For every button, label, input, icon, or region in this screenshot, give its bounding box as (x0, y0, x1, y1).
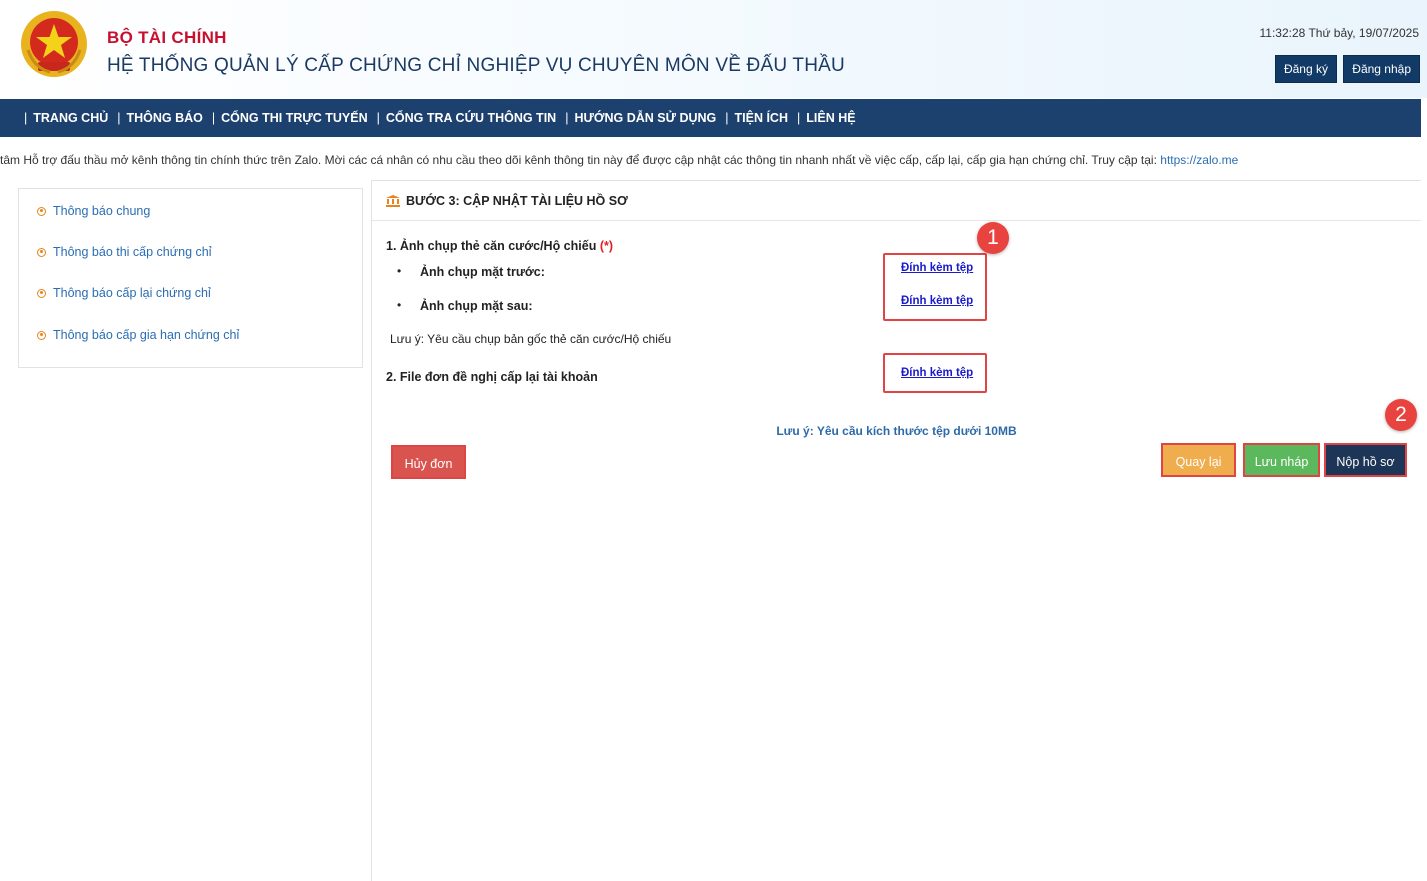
nav-separator: | (565, 111, 569, 125)
required-mark: (*) (599, 239, 614, 253)
nav-separator: | (117, 111, 121, 125)
login-button[interactable]: Đăng nhập (1343, 55, 1420, 83)
site-header: BỘ TÀI CHÍNH HỆ THỐNG QUẢN LÝ CẤP CHỨNG … (0, 0, 1427, 98)
annotation-badge-1: 1 (977, 222, 1009, 254)
circle-bullet-icon (37, 247, 46, 257)
bullet: • (397, 264, 402, 278)
nav-item-lookup[interactable]: CỔNG TRA CỨU THÔNG TIN (386, 111, 556, 125)
panel-heading: BƯỚC 3: CẬP NHẬT TÀI LIỆU HỒ SƠ (386, 194, 628, 208)
national-emblem-logo (21, 11, 87, 77)
register-button[interactable]: Đăng ký (1274, 55, 1337, 83)
sidebar-item-exam[interactable]: Thông báo thi cấp chứng chỉ (37, 245, 211, 259)
id-photo-note: Lưu ý: Yêu cầu chụp bản gốc thẻ căn cước… (390, 332, 672, 346)
highlight-box-1 (883, 253, 987, 321)
ministry-name: BỘ TÀI CHÍNH (107, 28, 227, 47)
nav-item-online-exam[interactable]: CỔNG THI TRỰC TUYẾN (221, 111, 367, 125)
circle-bullet-icon (37, 288, 46, 298)
circle-bullet-icon (37, 206, 46, 216)
back-button[interactable]: Quay lại (1161, 443, 1236, 477)
nav-separator: | (797, 111, 801, 125)
annotation-badge-2: 2 (1385, 399, 1417, 431)
system-title: HỆ THỐNG QUẢN LÝ CẤP CHỨNG CHỈ NGHIỆP VỤ… (107, 55, 845, 76)
nav-separator: | (211, 111, 216, 125)
submit-dossier-button[interactable]: Nộp hồ sơ (1324, 443, 1407, 477)
sidebar-item-label: Thông báo thi cấp chứng chỉ (53, 245, 212, 259)
back-photo-label: Ảnh chụp mặt sau: (420, 299, 533, 313)
datetime-clock: 11:32:28 Thứ bảy, 19/07/2025 (1259, 26, 1420, 40)
zalo-link[interactable]: https://zalo.me (1160, 153, 1238, 167)
save-draft-button[interactable]: Lưu nháp (1243, 443, 1320, 477)
sidebar-item-reissue[interactable]: Thông báo cấp lại chứng chỉ (37, 286, 211, 300)
nav-separator: | (725, 111, 729, 125)
id-photo-section-label: 1. Ảnh chụp thẻ căn cước/Hộ chiếu (*) (386, 239, 613, 253)
sidebar-item-label: Thông báo cấp lại chứng chỉ (53, 286, 211, 300)
sidebar-item-general[interactable]: Thông báo chung (37, 204, 150, 218)
news-ticker: tâm Hỗ trợ đấu thầu mở kênh thông tin ch… (0, 153, 1427, 171)
file-size-note: Lưu ý: Yêu cầu kích thước tệp dưới 10MB (776, 424, 1017, 438)
highlight-box-2 (883, 353, 987, 393)
nav-item-contact[interactable]: LIÊN HỆ (806, 111, 855, 125)
main-navigation: | TRANG CHỦ | THÔNG BÁO | CỔNG THI TRỰC … (0, 99, 1421, 137)
nav-item-announcements[interactable]: THÔNG BÁO (127, 111, 203, 125)
sidebar: Thông báo chung Thông báo thi cấp chứng … (18, 188, 363, 368)
nav-item-guide[interactable]: HƯỚNG DẪN SỬ DỤNG (574, 111, 716, 125)
section1-text: 1. Ảnh chụp thẻ căn cước/Hộ chiếu (386, 239, 597, 253)
nav-item-utilities[interactable]: TIỆN ÍCH (735, 111, 788, 125)
nav-separator: | (376, 111, 380, 125)
institution-icon (386, 195, 400, 207)
heading-divider (372, 220, 1421, 221)
sidebar-item-renewal[interactable]: Thông báo cấp gia hạn chứng chỉ (37, 328, 239, 342)
circle-bullet-icon (37, 330, 46, 340)
front-photo-label: Ảnh chụp mặt trước: (420, 265, 545, 279)
document-update-panel: BƯỚC 3: CẬP NHẬT TÀI LIỆU HỒ SƠ 1. Ảnh c… (371, 180, 1421, 881)
request-file-label: 2. File đơn đề nghị cấp lại tài khoản (386, 370, 598, 384)
nav-item-home[interactable]: TRANG CHỦ (33, 111, 108, 125)
ticker-text: tâm Hỗ trợ đấu thầu mở kênh thông tin ch… (0, 153, 1161, 167)
sidebar-item-label: Thông báo cấp gia hạn chứng chỉ (53, 328, 240, 342)
step-title: BƯỚC 3: CẬP NHẬT TÀI LIỆU HỒ SƠ (406, 194, 628, 208)
nav-separator: | (24, 111, 28, 125)
sidebar-item-label: Thông báo chung (53, 204, 151, 218)
cancel-application-button[interactable]: Hủy đơn (391, 445, 466, 479)
bullet: • (397, 298, 402, 312)
